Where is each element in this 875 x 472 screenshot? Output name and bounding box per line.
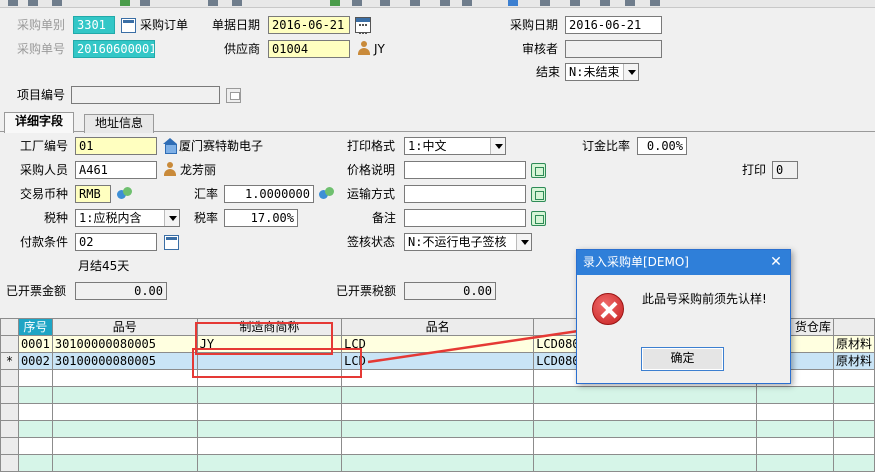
ok-button[interactable]: 确定 xyxy=(641,347,724,371)
dialog-title: 录入采购单[DEMO] xyxy=(577,250,790,275)
close-icon[interactable]: ✕ xyxy=(762,250,790,275)
error-dialog: 录入采购单[DEMO] ✕ 此品号采购前须先认样! 确定 xyxy=(576,249,791,384)
annotation-arrow xyxy=(367,322,598,364)
error-icon xyxy=(592,293,624,325)
dialog-message: 此品号采购前须先认样! xyxy=(642,292,767,306)
